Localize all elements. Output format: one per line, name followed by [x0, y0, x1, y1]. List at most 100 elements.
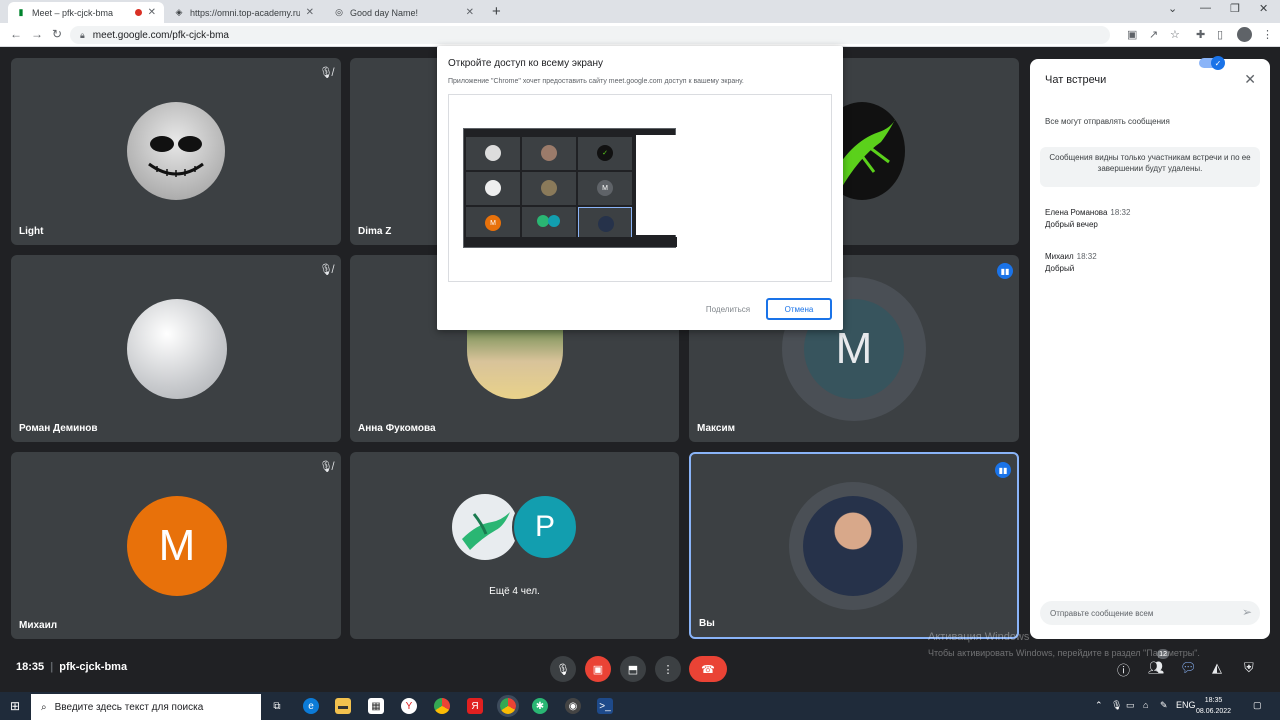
chrome-icon[interactable]: [434, 698, 450, 714]
sidebar-icon[interactable]: ▯: [1217, 28, 1223, 41]
globe-icon: ◎: [335, 7, 343, 17]
tab-search-icon[interactable]: ⌄: [1168, 2, 1177, 15]
minimize-icon[interactable]: —: [1200, 2, 1211, 14]
tab-title: https://omni.top-academy.ru/#/p: [190, 7, 300, 18]
tray-clock[interactable]: 18:35 08.06.2022: [1196, 695, 1231, 717]
bookmark-star-icon[interactable]: ☆: [1170, 28, 1180, 41]
close-icon[interactable]: ✕: [466, 7, 474, 18]
tab-title: Good day Name!: [350, 7, 419, 18]
participant-name: Анна Фукомова: [358, 423, 436, 434]
share-button[interactable]: Поделиться: [697, 298, 759, 320]
forward-icon[interactable]: →: [31, 27, 43, 41]
message-time: 18:32: [1076, 252, 1097, 261]
close-icon[interactable]: ✕: [1244, 71, 1256, 88]
tray-language[interactable]: ENG: [1176, 700, 1196, 710]
message-text: Добрый: [1045, 264, 1075, 273]
host-controls-icon[interactable]: ⛨: [1244, 660, 1254, 676]
microphone-button[interactable]: 🎙︎: [550, 656, 576, 682]
windows-activation-text: Чтобы активировать Windows, перейдите в …: [928, 648, 1200, 658]
windows-start-icon[interactable]: ⊞: [10, 699, 20, 713]
avatar-initial: М: [835, 324, 873, 373]
tray-chevron-icon[interactable]: ⌃: [1095, 700, 1103, 711]
profile-avatar[interactable]: [1237, 27, 1252, 42]
chat-message: Елена Романова 18:32 Добрый вечер: [1045, 208, 1130, 229]
screen-thumbnail[interactable]: ✓ М М: [463, 128, 677, 248]
avatar: [127, 299, 227, 399]
participant-tile[interactable]: М Михаил 🎙︎̸: [11, 452, 341, 639]
people-icon[interactable]: 👥︎: [1148, 660, 1165, 676]
mic-icon: 🎙︎: [556, 663, 570, 676]
cancel-button[interactable]: Отмена: [766, 298, 832, 320]
participant-tile[interactable]: Light 🎙︎̸: [11, 58, 341, 245]
obs-icon[interactable]: ◉: [565, 698, 581, 714]
close-icon[interactable]: ✕: [306, 7, 314, 18]
avatar: [803, 496, 903, 596]
thumb-avatar: М: [597, 180, 613, 196]
chat-title: Чат встречи: [1045, 74, 1107, 86]
tray-battery-icon[interactable]: ▭: [1126, 700, 1135, 711]
address-bar: ← → ↻ 🔒︎ meet.google.com/pfk-cjck-bma ▣ …: [0, 23, 1280, 47]
info-icon[interactable]: ⓘ: [1117, 660, 1130, 679]
restore-icon[interactable]: ❐: [1230, 2, 1240, 15]
thumb-avatar: [541, 145, 557, 161]
tab-good-day[interactable]: ◎ Good day Name! ✕: [326, 2, 482, 23]
close-icon[interactable]: ✕: [148, 7, 156, 18]
thumb-tile: [522, 172, 576, 205]
avatar: М: [127, 496, 227, 596]
participant-name: Вы: [699, 618, 715, 629]
url-field[interactable]: 🔒︎ meet.google.com/pfk-cjck-bma: [70, 26, 1110, 44]
tray-network-icon[interactable]: ⌂: [1143, 700, 1148, 710]
meeting-code: pfk-cjck-bma: [59, 661, 128, 673]
share-icon[interactable]: ↗: [1149, 28, 1158, 41]
tray-mic-icon[interactable]: 🎙︎: [1111, 700, 1122, 711]
app-icon[interactable]: ✱: [532, 698, 548, 714]
others-count-label: Ещё 4 чел.: [489, 586, 540, 597]
chrome-active-icon[interactable]: [497, 695, 519, 717]
powershell-icon[interactable]: >_: [597, 698, 613, 714]
menu-icon[interactable]: ⋮: [1262, 28, 1273, 41]
leave-call-button[interactable]: ☎: [689, 656, 727, 682]
message-text: Добрый вечер: [1045, 220, 1098, 229]
camera-icon[interactable]: ▣: [1127, 28, 1137, 41]
thumb-avatar: [541, 180, 557, 196]
speaking-indicator-icon: ▮▮: [997, 263, 1013, 279]
activities-icon[interactable]: ◭: [1212, 660, 1222, 676]
reload-icon[interactable]: ↻: [52, 27, 62, 41]
self-tile[interactable]: Вы ▮▮: [689, 452, 1019, 639]
thumb-tile: [466, 137, 520, 170]
avatar-initial: М: [490, 219, 496, 227]
thumb-tile: [522, 137, 576, 170]
extensions-icon[interactable]: ✚: [1196, 28, 1205, 41]
file-explorer-icon[interactable]: ▬: [335, 698, 351, 714]
yandex-browser-icon[interactable]: Y: [401, 698, 417, 714]
lock-icon: 🔒︎: [80, 29, 85, 40]
send-icon[interactable]: ➢: [1242, 605, 1252, 619]
chat-icon[interactable]: 💬︎: [1180, 660, 1197, 676]
screen-preview-box[interactable]: ✓ М М: [448, 94, 832, 282]
more-options-button[interactable]: ⋮: [655, 656, 681, 682]
edge-icon[interactable]: e: [303, 698, 319, 714]
participant-name: Роман Деминов: [19, 423, 98, 434]
back-icon[interactable]: ←: [10, 27, 22, 41]
tab-meet[interactable]: ▮ Meet – pfk-cjck-bma ✕: [8, 2, 164, 23]
avatar: [127, 102, 225, 200]
yandex-icon[interactable]: Я: [467, 698, 483, 714]
chat-input[interactable]: Отправьте сообщение всем: [1040, 601, 1260, 625]
camera-toggle-button[interactable]: ▣: [585, 656, 611, 682]
close-window-icon[interactable]: ✕: [1259, 2, 1268, 15]
message-author: Михаил: [1045, 252, 1074, 261]
new-tab-button[interactable]: +: [492, 3, 501, 20]
tray-pen-icon[interactable]: ✎: [1160, 700, 1168, 711]
thumb-tile: [466, 172, 520, 205]
participant-tile[interactable]: Роман Деминов 🎙︎̸: [11, 255, 341, 442]
meeting-time: 18:35: [16, 661, 45, 673]
participant-name: Light: [19, 226, 44, 237]
others-tile[interactable]: Р Ещё 4 чел.: [350, 452, 679, 639]
present-button[interactable]: ⬒: [620, 656, 646, 682]
task-view-icon[interactable]: ⧉: [269, 698, 285, 714]
store-icon[interactable]: ▦: [368, 698, 384, 714]
notifications-icon[interactable]: ▢: [1253, 700, 1262, 711]
tab-omni[interactable]: ◈ https://omni.top-academy.ru/#/p ✕: [166, 2, 322, 23]
taskbar-search[interactable]: ⌕ Введите здесь текст для поиска: [31, 694, 261, 720]
toggle-label: Все могут отправлять сообщения: [1045, 117, 1170, 126]
